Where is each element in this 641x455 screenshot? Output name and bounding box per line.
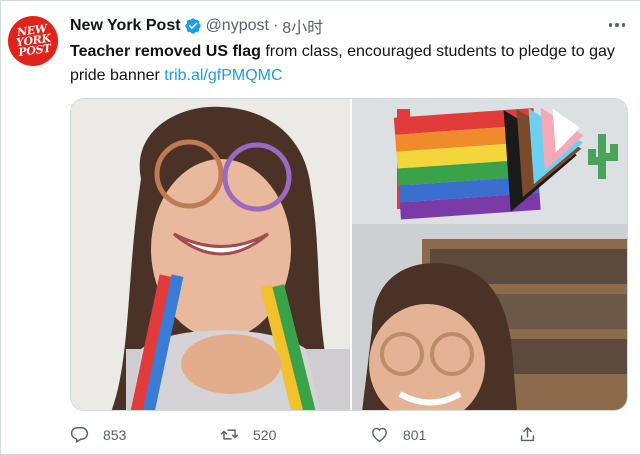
retweet-icon [220, 429, 239, 440]
more-options-icon[interactable] [606, 15, 628, 35]
tweet-link[interactable]: trib.al/gfPMQMC [164, 67, 282, 84]
reply-count: 853 [103, 426, 127, 443]
retweet-count: 520 [253, 426, 277, 443]
teacher-photo-illustration [71, 99, 351, 410]
new-york-post-logo: NEW YORK POST [14, 22, 52, 60]
classroom-photo-illustration [352, 99, 627, 410]
tweet-card[interactable]: NEW YORK POST New York Post @nypost · 8小时 … [0, 0, 641, 455]
share-icon [520, 427, 535, 442]
tweet-text-bold: Teacher removed US flag [70, 43, 261, 60]
photo-classroom-pride-flag[interactable] [352, 99, 627, 410]
photo-teacher-rainbow-glasses[interactable] [71, 99, 351, 410]
tweet-header: New York Post @nypost · 8小时 [70, 15, 323, 37]
retweet-button[interactable]: 520 [220, 425, 276, 444]
reply-button[interactable]: 853 [70, 425, 126, 444]
heart-icon [372, 427, 387, 443]
author-handle[interactable]: @nypost [206, 17, 269, 35]
like-count: 801 [403, 426, 427, 443]
separator-dot: · [272, 17, 279, 34]
timestamp[interactable]: 8小时 [282, 14, 323, 38]
author-name[interactable]: New York Post [70, 17, 181, 35]
media-grid[interactable] [70, 98, 628, 411]
tweet-text: Teacher removed US flag from class, enco… [70, 40, 630, 88]
verified-badge-icon [184, 18, 201, 34]
avatar[interactable]: NEW YORK POST [8, 16, 58, 66]
like-button[interactable]: 801 [370, 425, 426, 444]
share-button[interactable] [518, 425, 537, 444]
reply-icon [70, 427, 89, 444]
tweet-actions: 853 520 801 [70, 425, 630, 449]
